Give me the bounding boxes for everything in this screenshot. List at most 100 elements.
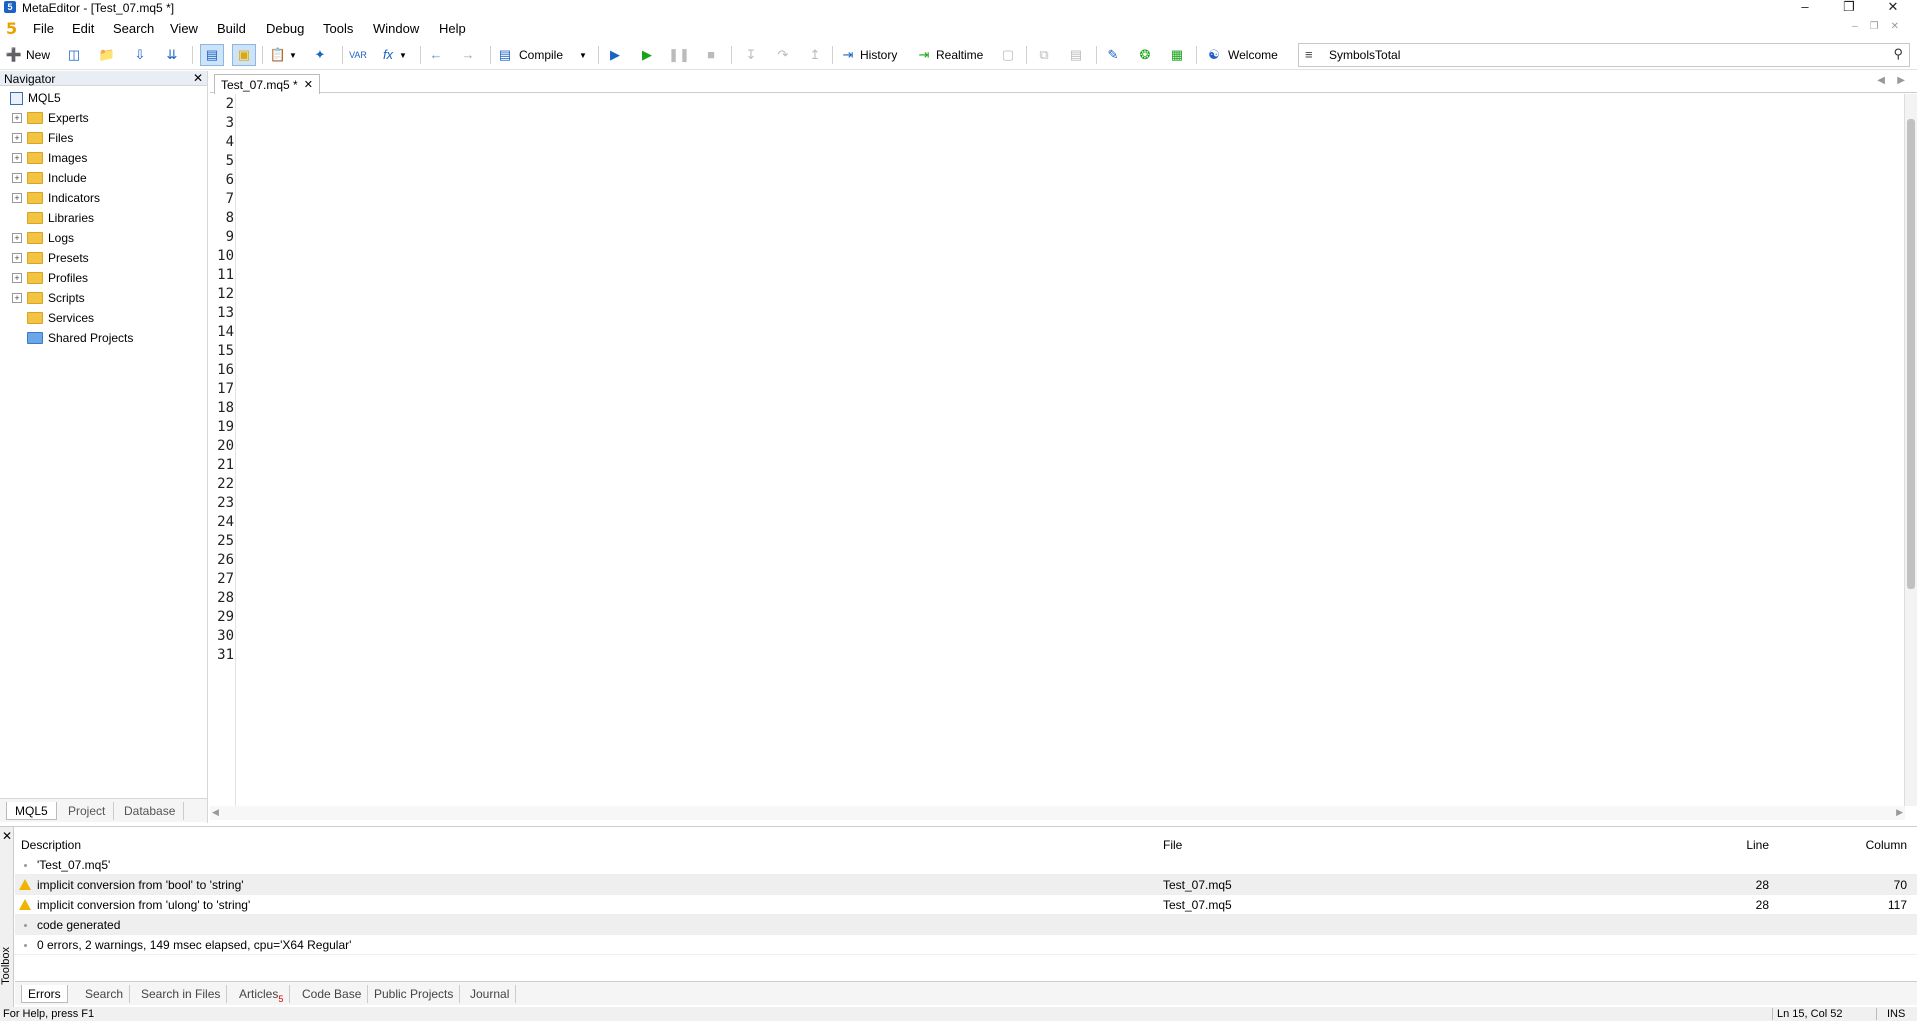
step-over-button[interactable]: ↷ <box>775 44 791 66</box>
menu-debug[interactable]: Debug <box>266 21 304 36</box>
tab-journal[interactable]: Journal <box>464 985 517 1003</box>
table-row[interactable]: 'Test_07.mq5' <box>15 855 1917 875</box>
toggle-navigator-button[interactable]: ▤ <box>200 44 224 66</box>
expand-icon[interactable]: + <box>12 233 22 243</box>
copy-button[interactable]: ⧉ <box>1036 44 1052 66</box>
menu-help[interactable]: Help <box>439 21 466 36</box>
tab-code-base[interactable]: Code Base <box>296 985 369 1003</box>
column-header-column[interactable]: Column <box>1825 835 1907 855</box>
step-out-button[interactable]: ↥ <box>807 44 823 66</box>
expand-icon[interactable]: + <box>12 173 22 183</box>
expand-icon[interactable]: + <box>12 293 22 303</box>
start-debug-button[interactable]: ▶ <box>639 44 655 66</box>
column-header-line[interactable]: Line <box>1727 835 1769 855</box>
navigate-back-button[interactable]: ← <box>428 44 444 66</box>
styler-button[interactable]: ✦ <box>312 44 328 66</box>
table-row[interactable]: 0 errors, 2 warnings, 149 msec elapsed, … <box>15 935 1917 955</box>
tree-item-libraries[interactable]: Libraries <box>0 208 207 228</box>
search-input[interactable] <box>1329 47 1869 63</box>
editor-tab-test07[interactable]: Test_07.mq5 * ✕ <box>214 74 320 94</box>
table-row[interactable]: code generated <box>15 915 1917 935</box>
close-icon[interactable]: ✕ <box>193 71 203 85</box>
download-button[interactable]: ⇩ <box>132 44 148 66</box>
tab-mql5[interactable]: MQL5 <box>6 802 57 820</box>
tree-item-include[interactable]: + Include <box>0 168 207 188</box>
realtime-button[interactable]: ⇥ Realtime <box>916 44 984 66</box>
tabs-scroll-left-icon[interactable]: ◀ <box>1877 75 1885 86</box>
tree-item-experts[interactable]: + Experts <box>0 108 207 128</box>
menu-window[interactable]: Window <box>373 21 419 36</box>
menu-edit[interactable]: Edit <box>72 21 94 36</box>
mdi-window-controls[interactable]: –❐✕ <box>1852 21 1911 32</box>
table-row[interactable]: implicit conversion from 'ulong' to 'str… <box>15 895 1917 915</box>
expand-icon[interactable]: + <box>12 193 22 203</box>
insert-variable-button[interactable]: VAR <box>349 44 367 66</box>
vertical-scrollbar-thumb[interactable] <box>1907 119 1915 589</box>
tree-item-files[interactable]: + Files <box>0 128 207 148</box>
close-icon[interactable]: ✕ <box>2 829 12 843</box>
terminal-button[interactable]: ▦ <box>1169 44 1185 66</box>
compile-button[interactable]: ▤ Compile ▼ <box>497 44 587 66</box>
cloud-network-button[interactable]: ❂ <box>1137 44 1153 66</box>
tab-public-projects[interactable]: Public Projects <box>368 985 461 1003</box>
expand-icon[interactable]: + <box>12 253 22 263</box>
expand-icon[interactable]: + <box>12 153 22 163</box>
pen-tool-button[interactable]: ✎ <box>1105 44 1121 66</box>
compare-button[interactable]: ▤ <box>1068 44 1084 66</box>
close-tab-icon[interactable]: ✕ <box>304 76 313 94</box>
insert-function-button[interactable]: fx ▼ <box>380 44 407 66</box>
menu-view[interactable]: View <box>170 21 198 36</box>
tree-item-mql5-root[interactable]: MQL5 <box>0 88 207 108</box>
menu-tools[interactable]: Tools <box>323 21 353 36</box>
tree-item-presets[interactable]: + Presets <box>0 248 207 268</box>
history-button[interactable]: ⇥ History <box>840 44 898 66</box>
restore-button[interactable]: ❐ <box>1827 0 1871 16</box>
open-button[interactable]: 📁 <box>99 44 115 66</box>
new-project-button[interactable]: ◫ <box>66 44 82 66</box>
tree-item-indicators[interactable]: + Indicators <box>0 188 207 208</box>
toggle-toolbox-button[interactable]: ▣ <box>232 44 256 66</box>
horizontal-scrollbar[interactable]: ◀ ▶ <box>210 806 1905 820</box>
tree-item-scripts[interactable]: + Scripts <box>0 288 207 308</box>
tab-database[interactable]: Database <box>116 802 185 820</box>
column-header-description[interactable]: Description <box>21 835 81 855</box>
stop-profiling-button[interactable]: ▢ <box>1000 44 1016 66</box>
tree-item-services[interactable]: Services <box>0 308 207 328</box>
tabs-scroll-right-icon[interactable]: ▶ <box>1897 75 1905 86</box>
tree-item-profiles[interactable]: + Profiles <box>0 268 207 288</box>
download-all-button[interactable]: ⇊ <box>164 44 180 66</box>
symbol-search-box[interactable]: ≡ ⚲ <box>1298 43 1910 67</box>
search-icon[interactable]: ⚲ <box>1893 46 1903 62</box>
menu-file[interactable]: File <box>33 21 54 36</box>
settings-sliders-icon[interactable]: ≡ <box>1305 47 1313 62</box>
tree-item-images[interactable]: + Images <box>0 148 207 168</box>
minimize-button[interactable]: – <box>1783 0 1827 16</box>
stop-button[interactable]: ■ <box>703 44 719 66</box>
menu-search[interactable]: Search <box>113 21 154 36</box>
pause-button[interactable]: ❚❚ <box>668 44 690 66</box>
navigate-forward-button[interactable]: → <box>460 44 476 66</box>
code-editor[interactable]: 2 3 4 5 6 7 8 9 10 11 12 13 14 15 16 17 … <box>210 94 1905 806</box>
tab-articles[interactable]: Articles5 <box>233 985 291 1004</box>
expand-icon[interactable]: + <box>12 133 22 143</box>
menu-build[interactable]: Build <box>217 21 246 36</box>
scroll-left-icon[interactable]: ◀ <box>212 807 219 818</box>
scroll-right-icon[interactable]: ▶ <box>1896 807 1903 818</box>
tab-search-in-files[interactable]: Search in Files <box>135 985 228 1003</box>
table-row[interactable]: implicit conversion from 'bool' to 'stri… <box>15 875 1917 895</box>
column-header-file[interactable]: File <box>1163 835 1182 855</box>
vertical-scrollbar[interactable] <box>1905 94 1917 806</box>
tree-item-logs[interactable]: + Logs <box>0 228 207 248</box>
step-into-button[interactable]: ↧ <box>743 44 759 66</box>
debug-history-button[interactable]: ▶ <box>607 44 623 66</box>
tree-item-shared-projects[interactable]: Shared Projects <box>0 328 207 348</box>
expand-icon[interactable]: + <box>12 113 22 123</box>
tab-search[interactable]: Search <box>79 985 131 1003</box>
tab-project[interactable]: Project <box>60 802 115 820</box>
close-window-button[interactable]: ✕ <box>1871 0 1915 16</box>
paste-dropdown-button[interactable]: 📋 ▼ <box>270 44 297 66</box>
welcome-button[interactable]: ☯ Welcome <box>1206 44 1278 66</box>
expand-icon[interactable]: + <box>12 273 22 283</box>
tab-errors[interactable]: Errors <box>21 985 68 1003</box>
new-button[interactable]: ➕ New <box>6 44 50 66</box>
